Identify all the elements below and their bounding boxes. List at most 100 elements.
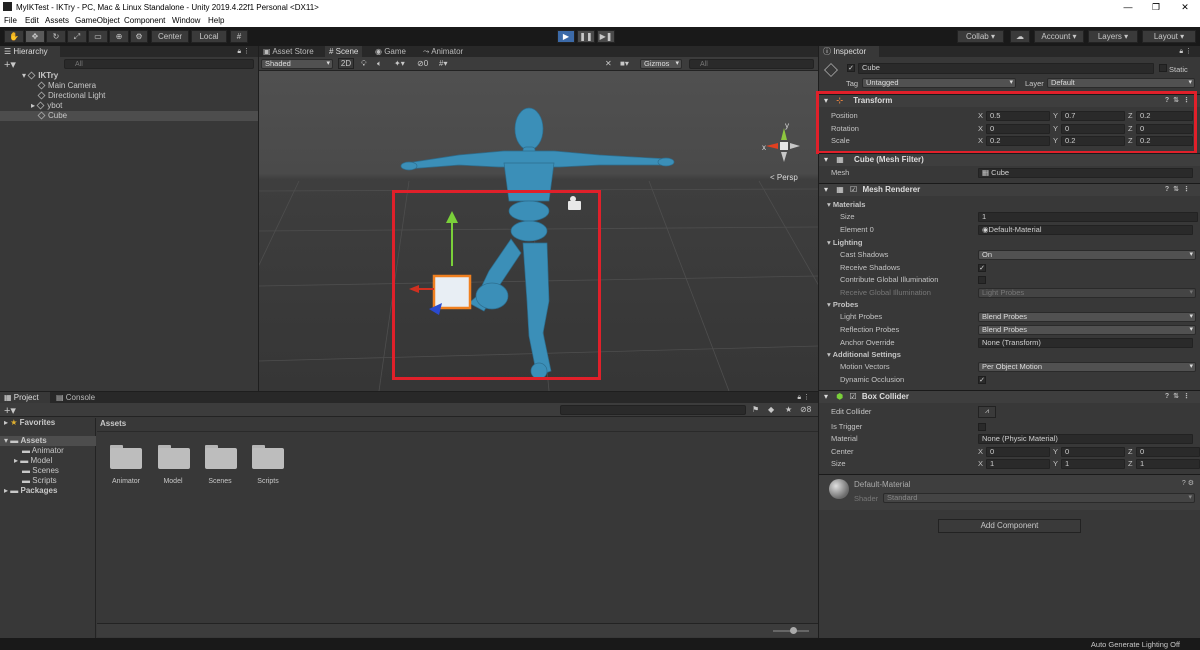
hierarchy-search-input[interactable]: All <box>64 59 254 69</box>
hand-tool-icon[interactable]: ✋ <box>4 30 24 43</box>
hierarchy-item-directional-light[interactable]: Directional Light <box>0 91 258 101</box>
contribute-gi-checkbox[interactable] <box>978 276 986 284</box>
lock-icon[interactable]: 🔒︎ ⋮ <box>797 393 810 402</box>
rect-tool-icon[interactable]: ▭ <box>88 30 108 43</box>
lock-icon[interactable]: 🔒︎ ⋮ <box>1179 47 1192 56</box>
folder-label-model[interactable]: Model <box>148 478 198 485</box>
step-button[interactable]: ▶❚ <box>597 30 615 43</box>
reflection-probes-dropdown[interactable]: Blend Probes <box>978 325 1196 335</box>
center-z-field[interactable]: 0 <box>1136 447 1200 457</box>
collab-button[interactable]: Collab ▾ <box>957 30 1004 43</box>
pivot-local-button[interactable]: Local <box>191 30 227 43</box>
maximize-button[interactable]: ❐ <box>1141 0 1171 14</box>
add-icon[interactable]: +▾ <box>4 58 16 71</box>
tab-asset-store[interactable]: ▣ Asset Store <box>259 46 318 57</box>
tree-assets[interactable]: ▾ ▬ Assets <box>0 436 96 446</box>
grid-toggle-icon[interactable]: #▾ <box>439 59 447 68</box>
material-name[interactable]: Default-Material <box>854 480 910 489</box>
filter-type-icon[interactable]: ⚑ <box>752 405 759 414</box>
receive-shadows-checkbox[interactable]: ✓ <box>978 264 986 272</box>
account-dropdown[interactable]: Account ▾ <box>1034 30 1084 43</box>
lighting-toggle-icon[interactable]: 💡︎ <box>361 59 367 69</box>
folder-label-scenes[interactable]: Scenes <box>195 478 245 485</box>
layers-dropdown[interactable]: Layers ▾ <box>1088 30 1138 43</box>
folder-label-animator[interactable]: Animator <box>101 478 151 485</box>
menu-component[interactable]: Component <box>124 16 165 25</box>
tab-console[interactable]: ▤ Console <box>52 392 99 403</box>
zoom-slider-handle[interactable] <box>790 627 797 634</box>
tab-game[interactable]: ◉ Game <box>371 46 410 57</box>
add-component-button[interactable]: Add Component <box>938 519 1081 533</box>
shader-dropdown[interactable]: Standard <box>883 493 1195 503</box>
folder-label-scripts[interactable]: Scripts <box>243 478 293 485</box>
rotate-tool-icon[interactable]: ↻ <box>46 30 66 43</box>
physic-material-field[interactable]: None (Physic Material) <box>978 434 1193 444</box>
add-icon[interactable]: +▾ <box>4 404 16 417</box>
is-trigger-checkbox[interactable] <box>978 423 986 431</box>
center-x-field[interactable]: 0 <box>986 447 1050 457</box>
motion-vectors-dropdown[interactable]: Per Object Motion <box>978 362 1196 372</box>
tab-scene[interactable]: # Scene <box>325 46 363 57</box>
layer-dropdown[interactable]: Default <box>1047 78 1195 88</box>
edit-collider-button[interactable]: ⩘ <box>978 406 996 418</box>
move-tool-icon[interactable]: ✥ <box>25 30 45 43</box>
favorite-icon[interactable]: ★ <box>785 405 792 414</box>
grid-snap-icon[interactable]: # <box>230 30 248 43</box>
folder-model-icon[interactable] <box>158 445 190 469</box>
materials-foldout[interactable]: ▾ Materials <box>823 199 1200 211</box>
box-collider-enabled-checkbox[interactable]: ☑ <box>849 392 856 401</box>
tree-scenes[interactable]: ▬ Scenes <box>0 466 96 476</box>
toggle-2d-button[interactable]: 2D <box>338 58 354 69</box>
probes-foldout[interactable]: ▾ Probes <box>823 299 1200 311</box>
scene-root[interactable]: ▾ IKTry <box>0 71 258 81</box>
persp-label[interactable]: < Persp <box>770 173 798 182</box>
collider-size-x-field[interactable]: 1 <box>986 459 1050 469</box>
minimize-button[interactable]: — <box>1113 0 1143 14</box>
collider-size-y-field[interactable]: 1 <box>1061 459 1125 469</box>
camera-settings-icon[interactable]: ■▾ <box>620 59 629 68</box>
hierarchy-item-cube[interactable]: Cube <box>0 111 258 121</box>
cloud-icon[interactable]: ☁ <box>1010 30 1030 43</box>
collider-size-z-field[interactable]: 1 <box>1136 459 1200 469</box>
tools-icon[interactable]: ✕ <box>605 59 612 68</box>
additional-settings-foldout[interactable]: ▾ Additional Settings <box>823 349 1200 361</box>
folder-scripts-icon[interactable] <box>252 445 284 469</box>
tag-dropdown[interactable]: Untagged <box>862 78 1016 88</box>
cast-shadows-dropdown[interactable]: On <box>978 250 1196 260</box>
tree-packages[interactable]: ▸ ▬ Packages <box>0 486 96 496</box>
active-checkbox[interactable]: ✓ <box>847 64 855 72</box>
box-collider-header[interactable]: ▾ ⬢ ☑ Box Collider ?⇅⋮ <box>819 390 1200 403</box>
folder-animator-icon[interactable] <box>110 445 142 469</box>
menu-file[interactable]: File <box>4 16 17 25</box>
tab-inspector[interactable]: ⓘ Inspector <box>819 46 879 57</box>
tree-favorites[interactable]: ▸ ★ Favorites <box>0 418 96 428</box>
component-menu-icon[interactable]: ?⇅⋮ <box>1165 184 1194 196</box>
tab-animator[interactable]: ⤳ Animator <box>419 46 467 57</box>
audio-toggle-icon[interactable]: 🔈︎ <box>377 59 382 69</box>
dynamic-occlusion-checkbox[interactable]: ✓ <box>978 376 986 384</box>
filter-label-icon[interactable]: ◆ <box>768 405 774 414</box>
tree-animator[interactable]: ▬ Animator <box>0 446 96 456</box>
layout-dropdown[interactable]: Layout ▾ <box>1142 30 1196 43</box>
close-button[interactable]: ✕ <box>1170 0 1200 14</box>
mesh-filter-header[interactable]: ▾ ▦ Cube (Mesh Filter) <box>819 153 1200 166</box>
menu-gameobject[interactable]: GameObject <box>75 16 120 25</box>
transform-tool-icon[interactable]: ⊕ <box>109 30 129 43</box>
element0-field[interactable]: ◉Default-Material <box>978 225 1193 235</box>
hidden-packages-icon[interactable]: ⊘8 <box>800 405 811 414</box>
pause-button[interactable]: ❚❚ <box>577 30 595 43</box>
project-search-input[interactable] <box>560 405 746 415</box>
static-checkbox[interactable] <box>1159 64 1167 72</box>
scale-tool-icon[interactable]: ⤢ <box>67 30 87 43</box>
tree-scripts[interactable]: ▬ Scripts <box>0 476 96 486</box>
tab-project[interactable]: ▦ Project <box>0 392 50 403</box>
effects-toggle-icon[interactable]: ✦▾ <box>394 59 405 68</box>
material-menu-icon[interactable]: ? ⚙ <box>1182 479 1194 487</box>
lock-icon[interactable]: 🔒︎ ⋮ <box>237 47 250 56</box>
scene-search-input[interactable]: All <box>689 59 814 69</box>
size-field[interactable]: 1 <box>978 212 1198 222</box>
draw-mode-dropdown[interactable]: Shaded <box>261 59 333 69</box>
gizmos-dropdown[interactable]: Gizmos <box>640 59 682 69</box>
object-name-field[interactable]: Cube <box>858 63 1154 74</box>
lighting-foldout[interactable]: ▾ Lighting <box>823 237 1200 249</box>
